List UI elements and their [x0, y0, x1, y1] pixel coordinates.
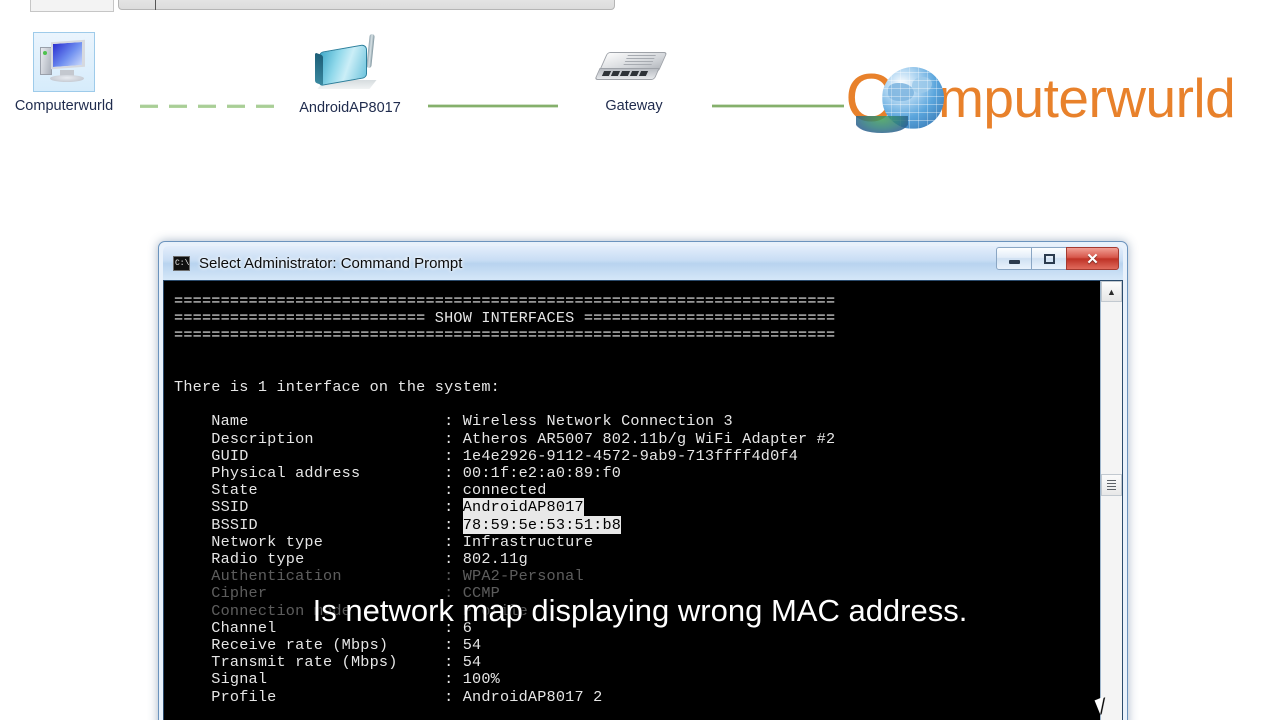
- scrollbar-grip-icon: [1107, 479, 1116, 491]
- link-computer-to-access-point: [140, 104, 274, 108]
- scrollbar-track[interactable]: [1101, 302, 1122, 720]
- scroll-up-button[interactable]: ▲: [1101, 281, 1122, 302]
- window-titlebar[interactable]: Select Administrator: Command Prompt ✕: [163, 246, 1123, 280]
- desktop-computer-icon: [33, 32, 95, 92]
- monitor-screen-icon: [51, 39, 85, 70]
- network-node-label: AndroidAP8017: [299, 100, 401, 116]
- router-front-panel: [315, 52, 323, 86]
- monitor-base-icon: [50, 75, 84, 82]
- network-node-computer[interactable]: Computerwurld: [0, 32, 128, 114]
- close-button[interactable]: ✕: [1066, 247, 1119, 270]
- antenna-icon: [366, 33, 375, 69]
- window-controls: ✕: [996, 247, 1119, 270]
- network-node-gateway[interactable]: Gateway: [570, 42, 698, 114]
- caption-overlay: Is network map displaying wrong MAC addr…: [312, 593, 968, 628]
- gateway-vents: [622, 55, 656, 68]
- command-prompt-icon: [173, 255, 190, 271]
- globe-base-shadow: [856, 116, 908, 133]
- wireless-router-icon: [305, 32, 395, 94]
- scrollbar-thumb[interactable]: [1101, 474, 1122, 496]
- console-output[interactable]: ========================================…: [164, 281, 1100, 720]
- cropped-address-bar[interactable]: [118, 0, 615, 10]
- text-caret: [155, 0, 156, 10]
- cropped-tab[interactable]: [30, 0, 114, 12]
- gateway-device-icon: [594, 42, 673, 92]
- link-gateway-to-internet: [712, 104, 844, 108]
- cropped-toolbar-strip: [0, 0, 1280, 14]
- restore-icon: [1043, 253, 1055, 264]
- network-map: Computerwurld AndroidAP8017 Gateway C mp…: [0, 24, 1280, 144]
- minimize-button[interactable]: [996, 247, 1032, 270]
- gateway-ports: [601, 71, 649, 76]
- restore-button[interactable]: [1031, 247, 1067, 270]
- network-node-label: Computerwurld: [14, 98, 114, 114]
- console-client-area: ========================================…: [163, 280, 1123, 720]
- brand-name: mputerwurld: [938, 66, 1236, 129]
- vertical-scrollbar[interactable]: ▲ ▼: [1100, 281, 1122, 720]
- minimize-icon: [1008, 260, 1020, 264]
- network-node-access-point[interactable]: AndroidAP8017: [285, 32, 415, 116]
- network-node-label: Gateway: [605, 98, 663, 114]
- command-prompt-window[interactable]: Select Administrator: Command Prompt ✕ =…: [158, 241, 1128, 720]
- power-led-icon: [43, 51, 47, 55]
- window-title: Select Administrator: Command Prompt: [199, 254, 463, 272]
- link-access-point-to-gateway: [428, 104, 558, 108]
